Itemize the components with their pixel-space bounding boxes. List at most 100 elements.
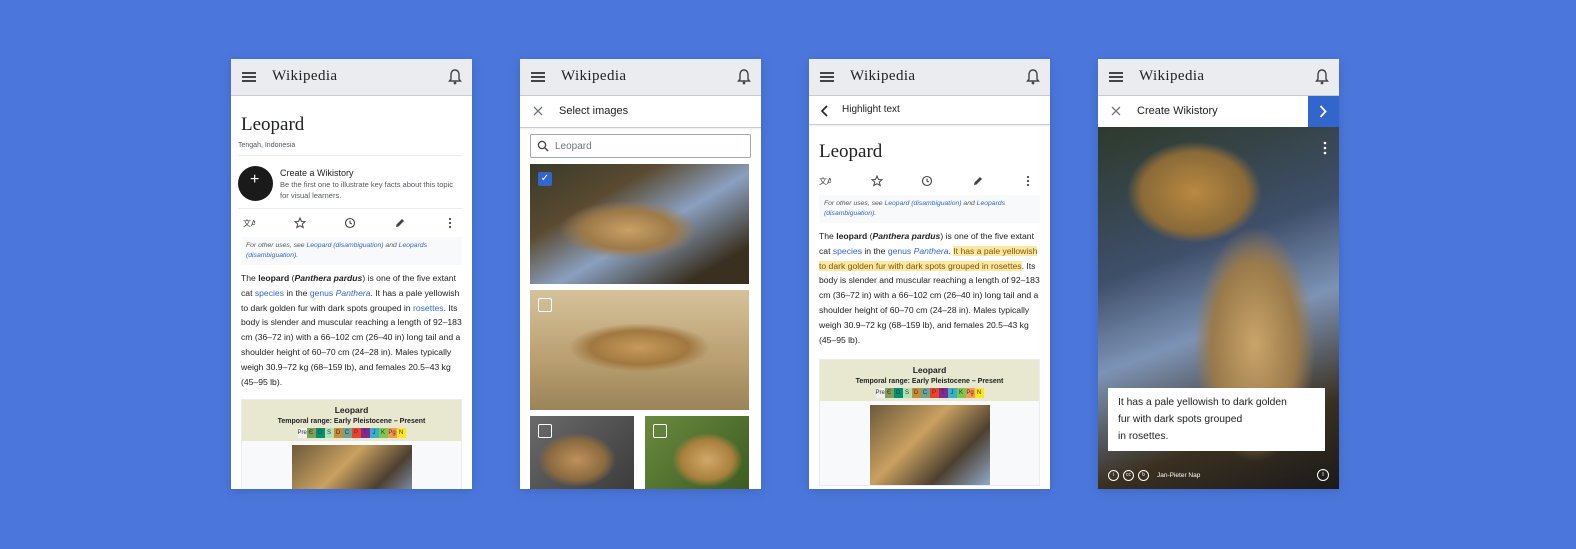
- timeline-period[interactable]: T: [360, 428, 370, 439]
- translate-icon[interactable]: 文A: [819, 175, 831, 187]
- timeline-period[interactable]: T: [938, 388, 948, 399]
- highlight-toolbar: Highlight text: [809, 96, 1050, 125]
- create-wikistory-toolbar: Create Wikistory: [1098, 96, 1339, 128]
- timeline-period[interactable]: P: [351, 428, 361, 439]
- genus-link[interactable]: genus: [888, 246, 911, 256]
- edit-icon[interactable]: [394, 217, 406, 229]
- menu-icon[interactable]: [242, 72, 256, 82]
- panthera-link[interactable]: Panthera: [336, 288, 371, 298]
- temporal-range-bar: Pre Є O S D C P T J K Pg N: [820, 388, 1039, 399]
- more-icon[interactable]: [444, 217, 456, 229]
- bell-icon[interactable]: [448, 69, 462, 85]
- menu-icon[interactable]: [531, 72, 545, 82]
- menu-icon[interactable]: [1109, 72, 1123, 82]
- timeline-period[interactable]: C: [342, 428, 352, 439]
- more-icon[interactable]: [1022, 175, 1034, 187]
- history-icon[interactable]: [344, 217, 356, 229]
- timeline-period[interactable]: K: [956, 388, 966, 399]
- image-thumb[interactable]: [530, 290, 749, 410]
- timeline-period[interactable]: S: [324, 428, 334, 439]
- timeline-period[interactable]: Pre: [875, 388, 885, 399]
- hatnote: For other uses, see Leopard (disambiguat…: [819, 195, 1040, 223]
- image-thumb[interactable]: [530, 416, 634, 489]
- text: . Its body is slender and muscular reach…: [241, 302, 462, 387]
- timeline-period[interactable]: K: [378, 428, 388, 439]
- close-icon[interactable]: [1110, 105, 1122, 117]
- hatnote-text: .: [874, 210, 877, 217]
- text: leopard: [258, 273, 290, 283]
- phone-select-images: Wikipedia Select images ✓: [520, 59, 761, 489]
- image-thumb[interactable]: [645, 416, 749, 489]
- infobox-header: Leopard Temporal range: Early Pleistocen…: [242, 400, 461, 442]
- disambiguation-link[interactable]: Leopard (disambiguation): [884, 200, 961, 207]
- timeline-period[interactable]: O: [893, 388, 903, 399]
- bell-icon[interactable]: [1315, 69, 1329, 85]
- infobox-image[interactable]: [869, 405, 990, 486]
- page-subtitle: Tengah, Indonesia: [238, 142, 462, 156]
- toolbar-title: Highlight text: [842, 104, 900, 115]
- app-bar: Wikipedia: [231, 59, 472, 96]
- panthera-link[interactable]: Panthera: [914, 246, 949, 256]
- timeline-period[interactable]: D: [333, 428, 343, 439]
- timeline-period[interactable]: S: [902, 388, 912, 399]
- back-icon[interactable]: [820, 104, 830, 118]
- timeline-period[interactable]: N: [396, 428, 406, 439]
- timeline-period[interactable]: P: [929, 388, 939, 399]
- hatnote: For other uses, see Leopard (disambiguat…: [241, 237, 462, 265]
- checkbox[interactable]: [538, 424, 552, 438]
- info-icon[interactable]: i: [1317, 469, 1329, 481]
- text: in the: [284, 287, 310, 298]
- timeline-period[interactable]: Є: [306, 428, 316, 439]
- page-title: Leopard: [241, 114, 305, 135]
- cc-sa-icon: ↻: [1138, 470, 1149, 481]
- lead-paragraph: The leopard (Panthera pardus) is one of …: [819, 229, 1040, 347]
- star-icon[interactable]: [294, 217, 306, 229]
- search-input[interactable]: [553, 137, 747, 155]
- timeline-period[interactable]: Pg: [965, 388, 975, 399]
- text: rosettes: [990, 260, 1022, 271]
- timeline-period[interactable]: C: [920, 388, 930, 399]
- app-bar: Wikipedia: [520, 59, 761, 96]
- toolbar-title: Create Wikistory: [1137, 105, 1218, 117]
- timeline-period[interactable]: J: [369, 428, 379, 439]
- edit-icon[interactable]: [972, 175, 984, 187]
- timeline-period[interactable]: O: [315, 428, 325, 439]
- timeline-period[interactable]: D: [911, 388, 921, 399]
- bell-icon[interactable]: [1026, 69, 1040, 85]
- disambiguation-link[interactable]: Leopard (disambiguation): [306, 242, 383, 249]
- bell-icon[interactable]: [737, 69, 751, 85]
- infobox-image[interactable]: [291, 445, 412, 489]
- checkbox[interactable]: [653, 424, 667, 438]
- close-icon[interactable]: [532, 105, 544, 117]
- image-thumb[interactable]: ✓: [530, 164, 749, 284]
- menu-icon[interactable]: [820, 72, 834, 82]
- timeline-period[interactable]: Pg: [387, 428, 397, 439]
- phone-article: Wikipedia Leopard Tengah, Indonesia + Cr…: [231, 59, 472, 489]
- search-box[interactable]: [530, 134, 751, 158]
- app-bar: Wikipedia: [1098, 59, 1339, 96]
- timeline-period[interactable]: N: [974, 388, 984, 399]
- svg-text:文A: 文A: [243, 218, 255, 228]
- story-caption[interactable]: It has a pale yellowish to dark golden f…: [1108, 388, 1325, 451]
- next-button[interactable]: [1308, 96, 1339, 127]
- next-icon: [1319, 105, 1327, 118]
- check-icon[interactable]: ✓: [538, 172, 552, 186]
- species-link[interactable]: species: [833, 246, 862, 256]
- create-wikistory-card[interactable]: + Create a Wikistory Be the first one to…: [238, 164, 462, 209]
- genus-link[interactable]: genus: [310, 288, 333, 298]
- infobox-subtitle: Temporal range: Early Pleistocene – Pres…: [855, 378, 1004, 386]
- timeline-period[interactable]: Є: [884, 388, 894, 399]
- temporal-range-bar: Pre Є O S D C P T J K Pg N: [242, 428, 461, 439]
- timeline-period[interactable]: Pre: [297, 428, 307, 439]
- star-icon[interactable]: [871, 175, 883, 187]
- species-link[interactable]: species: [255, 288, 284, 298]
- lead-paragraph: The leopard (Panthera pardus) is one of …: [241, 271, 462, 389]
- rosettes-link[interactable]: rosettes: [413, 303, 444, 313]
- more-icon[interactable]: [1323, 141, 1327, 155]
- page-title: Leopard: [819, 141, 883, 162]
- translate-icon[interactable]: 文A: [243, 217, 255, 229]
- caption-line: It has a pale yellowish to dark golden: [1118, 397, 1287, 408]
- checkbox[interactable]: [538, 298, 552, 312]
- history-icon[interactable]: [921, 175, 933, 187]
- timeline-period[interactable]: J: [947, 388, 957, 399]
